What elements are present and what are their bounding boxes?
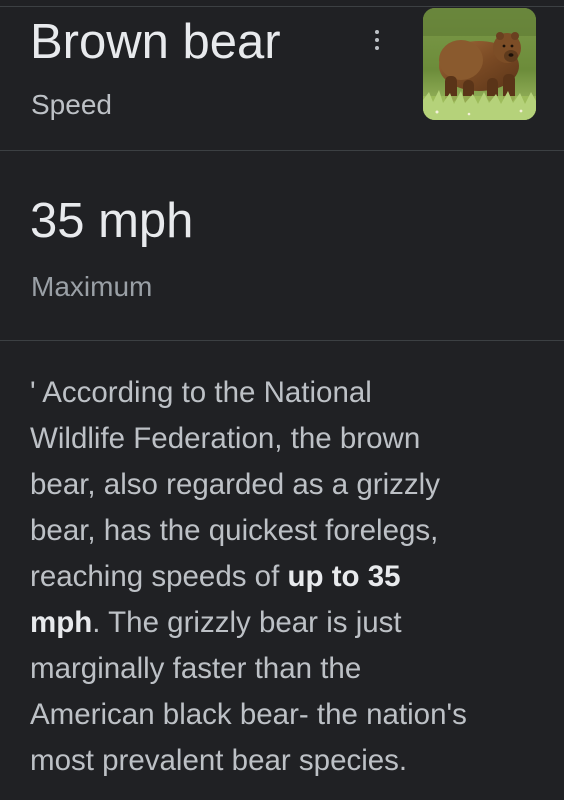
snippet-text: American black bear- the nation's	[30, 698, 467, 731]
snippet-line: reaching speeds of up to 35	[30, 554, 550, 600]
bear-image	[423, 8, 536, 120]
snippet-line: marginally faster than the	[30, 646, 550, 692]
snippet-line: ' According to the National	[30, 370, 550, 416]
snippet-line: bear, has the quickest forelegs,	[30, 508, 550, 554]
dot	[375, 46, 379, 50]
snippet-text: reaching speeds of	[30, 560, 288, 593]
entity-subtitle: Speed	[31, 89, 112, 120]
snippet-text: bear, also regarded as a grizzly	[30, 468, 440, 501]
section-divider	[0, 340, 564, 341]
featured-snippet-text: ' According to the National Wildlife Fed…	[30, 370, 550, 784]
entity-title[interactable]: Brown bear	[30, 14, 281, 70]
snippet-highlight: mph	[30, 606, 93, 639]
answer-value: 35 mph	[30, 194, 194, 248]
snippet-line: American black bear- the nation's	[30, 692, 550, 738]
snippet-line: most prevalent bear species.	[30, 738, 550, 784]
snippet-text: bear, has the quickest forelegs,	[30, 514, 439, 547]
snippet-text: ' According to the National	[30, 376, 372, 409]
snippet-line: mph. The grizzly bear is just	[30, 600, 550, 646]
snippet-line: bear, also regarded as a grizzly	[30, 462, 550, 508]
dot	[375, 30, 379, 34]
dot	[375, 38, 379, 42]
section-divider	[0, 150, 564, 151]
brown-bear-thumbnail[interactable]	[423, 8, 536, 120]
snippet-highlight: up to 35	[287, 560, 401, 593]
snippet-text: Wildlife Federation, the brown	[30, 422, 421, 455]
answer-label: Maximum	[31, 271, 153, 302]
snippet-text: most prevalent bear species.	[30, 744, 408, 777]
snippet-text: . The grizzly bear is just	[92, 606, 402, 639]
knowledge-header: Brown bear Speed	[0, 0, 564, 150]
more-vert-icon[interactable]	[363, 24, 391, 56]
snippet-text: marginally faster than the	[30, 652, 362, 685]
snippet-line: Wildlife Federation, the brown	[30, 416, 550, 462]
